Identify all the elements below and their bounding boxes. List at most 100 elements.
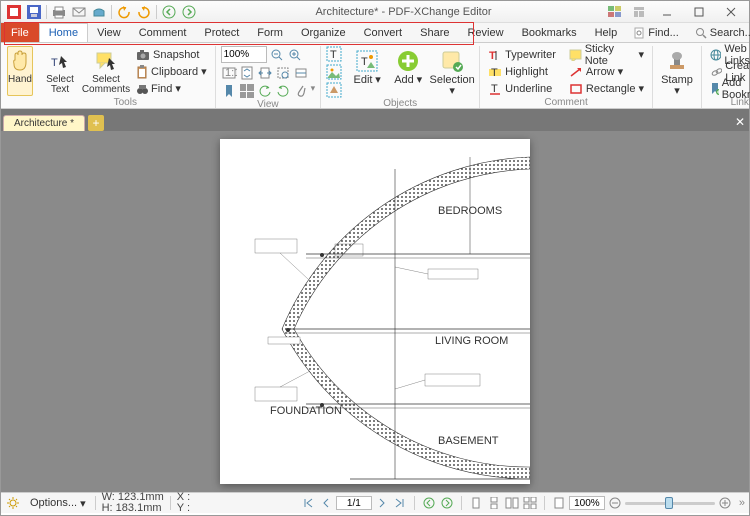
- layout-single-icon[interactable]: [468, 495, 484, 511]
- zoom-slider[interactable]: [625, 502, 715, 505]
- save-icon[interactable]: [24, 3, 44, 21]
- stamp-button[interactable]: Stamp ▾: [658, 46, 696, 96]
- rectangle-button[interactable]: Rectangle▾: [566, 80, 647, 97]
- rotate-cw-icon[interactable]: [275, 83, 291, 99]
- nav-forward-icon[interactable]: [179, 3, 199, 21]
- zoom-fit-icon[interactable]: [551, 495, 567, 511]
- new-tab-button[interactable]: +: [88, 115, 104, 131]
- search-button[interactable]: Search...: [688, 25, 750, 41]
- search-icon: [695, 27, 707, 39]
- edit-shape-icon[interactable]: [326, 82, 342, 98]
- room-label-bedrooms: BEDROOMS: [438, 205, 502, 217]
- tab-close-button[interactable]: ✕: [731, 113, 749, 131]
- highlight-icon: T: [488, 66, 502, 78]
- document-tab[interactable]: Architecture *: [3, 115, 85, 131]
- rectangle-icon: [569, 83, 583, 95]
- selection-button[interactable]: Selection ▾: [430, 46, 474, 96]
- svg-text:T: T: [489, 50, 496, 61]
- menu-bookmarks[interactable]: Bookmarks: [513, 23, 586, 42]
- fit-width-icon[interactable]: [257, 65, 273, 81]
- menu-share[interactable]: Share: [411, 23, 458, 42]
- link-icon: [710, 66, 722, 78]
- underline-button[interactable]: TUnderline: [485, 80, 559, 97]
- edit-button[interactable]: T Edit ▾: [348, 46, 386, 96]
- add-icon: [396, 49, 420, 73]
- layout-continuous-icon[interactable]: [486, 495, 502, 511]
- ribbon-toggle-icon[interactable]: [629, 3, 649, 21]
- svg-text:FOUNDATION: FOUNDATION: [270, 405, 342, 417]
- add-bookmark-button[interactable]: Add Bookmark: [707, 80, 750, 97]
- fit-visible-icon[interactable]: [293, 65, 309, 81]
- snapshot-button[interactable]: Snapshot: [133, 46, 210, 63]
- hand-tool-button[interactable]: Hand: [7, 46, 33, 96]
- attachments-icon[interactable]: [293, 83, 309, 99]
- last-page-icon[interactable]: [392, 495, 408, 511]
- actual-size-icon[interactable]: 1:1: [221, 65, 237, 81]
- history-forward-icon[interactable]: [439, 495, 455, 511]
- find-icon: [633, 27, 645, 39]
- document-viewport[interactable]: BEDROOMS LIVING ROOM BASEMENT FOUNDATION: [1, 131, 749, 492]
- ui-options-icon[interactable]: [605, 3, 625, 21]
- arrow-icon: [569, 66, 583, 78]
- highlight-button[interactable]: THighlight: [485, 63, 559, 80]
- layout-facing-icon[interactable]: [504, 495, 520, 511]
- clipboard-button[interactable]: Clipboard▾: [133, 63, 210, 80]
- select-text-button[interactable]: T Select Text: [41, 46, 79, 96]
- zoom-in-icon[interactable]: [287, 47, 303, 63]
- rotate-ccw-icon[interactable]: [257, 83, 273, 99]
- zoom-status-input[interactable]: [569, 496, 605, 510]
- find-ribbon-button[interactable]: Find▾: [133, 80, 210, 97]
- history-back-icon[interactable]: [421, 495, 437, 511]
- menu-help[interactable]: Help: [586, 23, 627, 42]
- arrow-button[interactable]: Arrow▾: [566, 63, 647, 80]
- zoom-minus-icon[interactable]: [607, 495, 623, 511]
- select-comments-button[interactable]: Select Comments: [82, 46, 130, 96]
- options-button[interactable]: Options...▾: [27, 495, 89, 512]
- group-label-tools: Tools: [114, 97, 137, 109]
- nav-back-icon[interactable]: [159, 3, 179, 21]
- select-comments-icon: [94, 49, 118, 73]
- menu-file[interactable]: File: [1, 23, 39, 42]
- close-button[interactable]: [717, 3, 745, 21]
- thumbnails-pane-icon[interactable]: [239, 83, 255, 99]
- find-button[interactable]: Find...: [626, 25, 686, 41]
- page-number-input[interactable]: [336, 496, 372, 510]
- print-icon[interactable]: [49, 3, 69, 21]
- fit-page-icon[interactable]: [239, 65, 255, 81]
- prev-page-icon[interactable]: [318, 495, 334, 511]
- menu-comment[interactable]: Comment: [130, 23, 196, 42]
- email-icon[interactable]: [69, 3, 89, 21]
- selection-icon: [440, 49, 464, 73]
- sticky-note-button[interactable]: Sticky Note▾: [566, 46, 647, 63]
- bookmark-pane-icon[interactable]: [221, 83, 237, 99]
- undo-icon[interactable]: [114, 3, 134, 21]
- zoom-plus-icon[interactable]: [717, 495, 733, 511]
- zoom-out-icon[interactable]: [269, 47, 285, 63]
- sticky-icon: [569, 49, 582, 61]
- zoom-slider-thumb[interactable]: [665, 497, 673, 509]
- zoom-region-icon[interactable]: [275, 65, 291, 81]
- minimize-button[interactable]: [653, 3, 681, 21]
- first-page-icon[interactable]: [300, 495, 316, 511]
- next-page-icon[interactable]: [374, 495, 390, 511]
- menu-form[interactable]: Form: [248, 23, 292, 42]
- options-gear-icon[interactable]: [5, 495, 21, 511]
- edit-image-icon[interactable]: [326, 64, 342, 80]
- menu-home[interactable]: Home: [39, 23, 88, 42]
- layout-facing-continuous-icon[interactable]: [522, 495, 538, 511]
- menu-protect[interactable]: Protect: [195, 23, 248, 42]
- typewriter-icon: T: [488, 49, 502, 61]
- page-canvas: BEDROOMS LIVING ROOM BASEMENT FOUNDATION: [220, 139, 530, 484]
- menu-convert[interactable]: Convert: [355, 23, 412, 42]
- redo-icon[interactable]: [134, 3, 154, 21]
- edit-text-icon[interactable]: T: [326, 46, 342, 62]
- add-button[interactable]: Add ▾: [389, 46, 427, 96]
- app-icon: [4, 3, 24, 21]
- scan-icon[interactable]: [89, 3, 109, 21]
- menu-review[interactable]: Review: [458, 23, 512, 42]
- menu-view[interactable]: View: [88, 23, 130, 42]
- zoom-input[interactable]: [221, 46, 267, 63]
- maximize-button[interactable]: [685, 3, 713, 21]
- menu-organize[interactable]: Organize: [292, 23, 355, 42]
- typewriter-button[interactable]: TTypewriter: [485, 46, 559, 63]
